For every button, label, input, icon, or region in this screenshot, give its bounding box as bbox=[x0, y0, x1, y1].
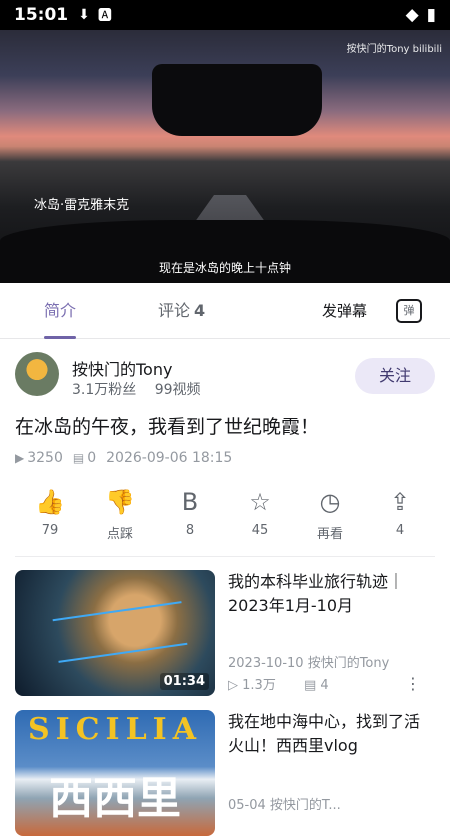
thumbnail-title: SICILIA bbox=[27, 712, 202, 747]
play-icon: ▶ bbox=[15, 451, 25, 465]
dislike-button[interactable]: 👎 点踩 bbox=[90, 487, 150, 553]
recommendation-item[interactable]: SICILIA 西西里 我在地中海中心，找到了活火山！西西里vlog 05-04… bbox=[15, 710, 435, 836]
avatar[interactable] bbox=[15, 352, 59, 396]
tab-bar: 简介 评论 4 发弹幕 弹 bbox=[0, 283, 450, 339]
recommendation-date: 2023-10-10 bbox=[228, 656, 304, 671]
video-watermark: 按快门的Tony bilibili bbox=[346, 44, 442, 55]
video-thumbnail[interactable]: 01:34 bbox=[15, 570, 215, 696]
danmaku-toggle-icon[interactable]: 弹 bbox=[396, 299, 422, 323]
rearview-mirror bbox=[152, 64, 322, 136]
like-button[interactable]: 👍 79 bbox=[20, 487, 80, 553]
tab-intro[interactable]: 简介 bbox=[44, 283, 77, 339]
star-icon: ☆ bbox=[249, 488, 271, 516]
danmaku-icon: ▤ bbox=[72, 451, 85, 465]
status-time: 15:01 bbox=[14, 5, 69, 25]
recommendation-title[interactable]: 我在地中海中心，找到了活火山！西西里vlog bbox=[228, 710, 428, 758]
recommendation-author: 按快门的Tony bbox=[307, 656, 390, 671]
coin-icon: B bbox=[181, 488, 199, 516]
recommendation-item[interactable]: 01:34 我的本科毕业旅行轨迹｜2023年1月-10月 2023-10-10 … bbox=[15, 570, 435, 696]
danmaku-count-value: 0 bbox=[87, 450, 97, 466]
uploader-name[interactable]: 按快门的Tony bbox=[72, 356, 172, 380]
play-count: ▶ 3250 bbox=[15, 450, 63, 466]
recommendation-title[interactable]: 我的本科毕业旅行轨迹｜2023年1月-10月 bbox=[228, 570, 428, 618]
follow-button[interactable]: 关注 bbox=[355, 358, 435, 394]
recommendation-meta: 2023-10-10 按快门的Tony bbox=[228, 652, 389, 671]
view-count: ▷ 1.3万 bbox=[228, 678, 276, 693]
publish-date: 2026-09-06 18:15 bbox=[106, 450, 233, 466]
video-thumbnail[interactable]: SICILIA 西西里 bbox=[15, 710, 215, 836]
action-bar: 👍 79 👎 点踩 B 8 ☆ 45 ◷ 再看 ⇪ 4 bbox=[20, 487, 430, 553]
tab-comments-label: 评论 bbox=[158, 301, 191, 320]
view-count-value: 1.3万 bbox=[242, 678, 276, 693]
tab-comments[interactable]: 评论 4 bbox=[158, 283, 205, 339]
clock-icon: ◷ bbox=[319, 488, 341, 516]
uploader-row: 按快门的Tony 3.1万粉丝 99视频 关注 bbox=[15, 352, 435, 400]
play-count-value: 3250 bbox=[27, 450, 63, 466]
fan-count: 3.1万粉丝 bbox=[72, 382, 137, 398]
send-danmaku-button[interactable]: 发弹幕 bbox=[322, 283, 367, 339]
recommendation-stats: ▷ 1.3万 ▤ 4 bbox=[228, 674, 353, 693]
video-count: 99视频 bbox=[154, 382, 201, 398]
favorite-button[interactable]: ☆ 45 bbox=[230, 487, 290, 553]
video-stats: ▶ 3250 ▤ 0 2026-09-06 18:15 bbox=[15, 450, 232, 466]
coin-button[interactable]: B 8 bbox=[160, 487, 220, 553]
video-duration: 01:34 bbox=[159, 673, 209, 690]
video-subtitle: 现在是冰岛的晚上十点钟 bbox=[158, 261, 291, 275]
thumbnail-cn-title: 西西里 bbox=[49, 773, 181, 824]
thumbs-down-icon: 👎 bbox=[105, 488, 135, 516]
watch-later-button[interactable]: ◷ 再看 bbox=[300, 487, 360, 553]
thumbs-up-icon: 👍 bbox=[35, 488, 65, 516]
danmaku-count: ▤ 4 bbox=[303, 678, 329, 693]
comment-count: 4 bbox=[194, 301, 206, 320]
dislike-label: 点踩 bbox=[106, 527, 133, 542]
recommendation-meta: 05-04 按快门的T... bbox=[228, 794, 341, 813]
recommendation-date: 05-04 bbox=[228, 798, 266, 813]
favorite-count: 45 bbox=[251, 523, 269, 538]
danmaku-count: ▤ 0 bbox=[73, 450, 96, 466]
recommendation-author: 按快门的T... bbox=[269, 798, 341, 813]
like-count: 79 bbox=[41, 523, 59, 538]
share-count: 4 bbox=[395, 523, 405, 538]
video-location-caption: 冰岛·雷克雅末克 bbox=[34, 198, 130, 213]
danmaku-count-value: 4 bbox=[320, 678, 329, 693]
watch-later-label: 再看 bbox=[316, 527, 343, 542]
video-player[interactable]: 按快门的Tony bilibili 冰岛·雷克雅末克 现在是冰岛的晚上十点钟 bbox=[0, 30, 450, 283]
tab-intro-label: 简介 bbox=[44, 301, 77, 320]
notification-a-icon: 🅰 bbox=[97, 8, 112, 24]
video-title: 在冰岛的午夜，我看到了世纪晚霞！ bbox=[15, 416, 320, 438]
wifi-icon: ◆ bbox=[405, 5, 419, 25]
divider bbox=[15, 556, 435, 557]
share-icon: ⇪ bbox=[389, 488, 411, 516]
uploader-meta: 3.1万粉丝 99视频 bbox=[72, 379, 215, 399]
battery-icon: ▮ bbox=[426, 5, 436, 25]
coin-count: 8 bbox=[185, 523, 195, 538]
download-icon: ⬇ bbox=[78, 7, 90, 23]
status-bar: 15:01 ⬇ 🅰 ◆ ▮ bbox=[0, 0, 450, 30]
more-options-icon[interactable]: ⋮ bbox=[405, 674, 421, 693]
share-button[interactable]: ⇪ 4 bbox=[370, 487, 430, 553]
